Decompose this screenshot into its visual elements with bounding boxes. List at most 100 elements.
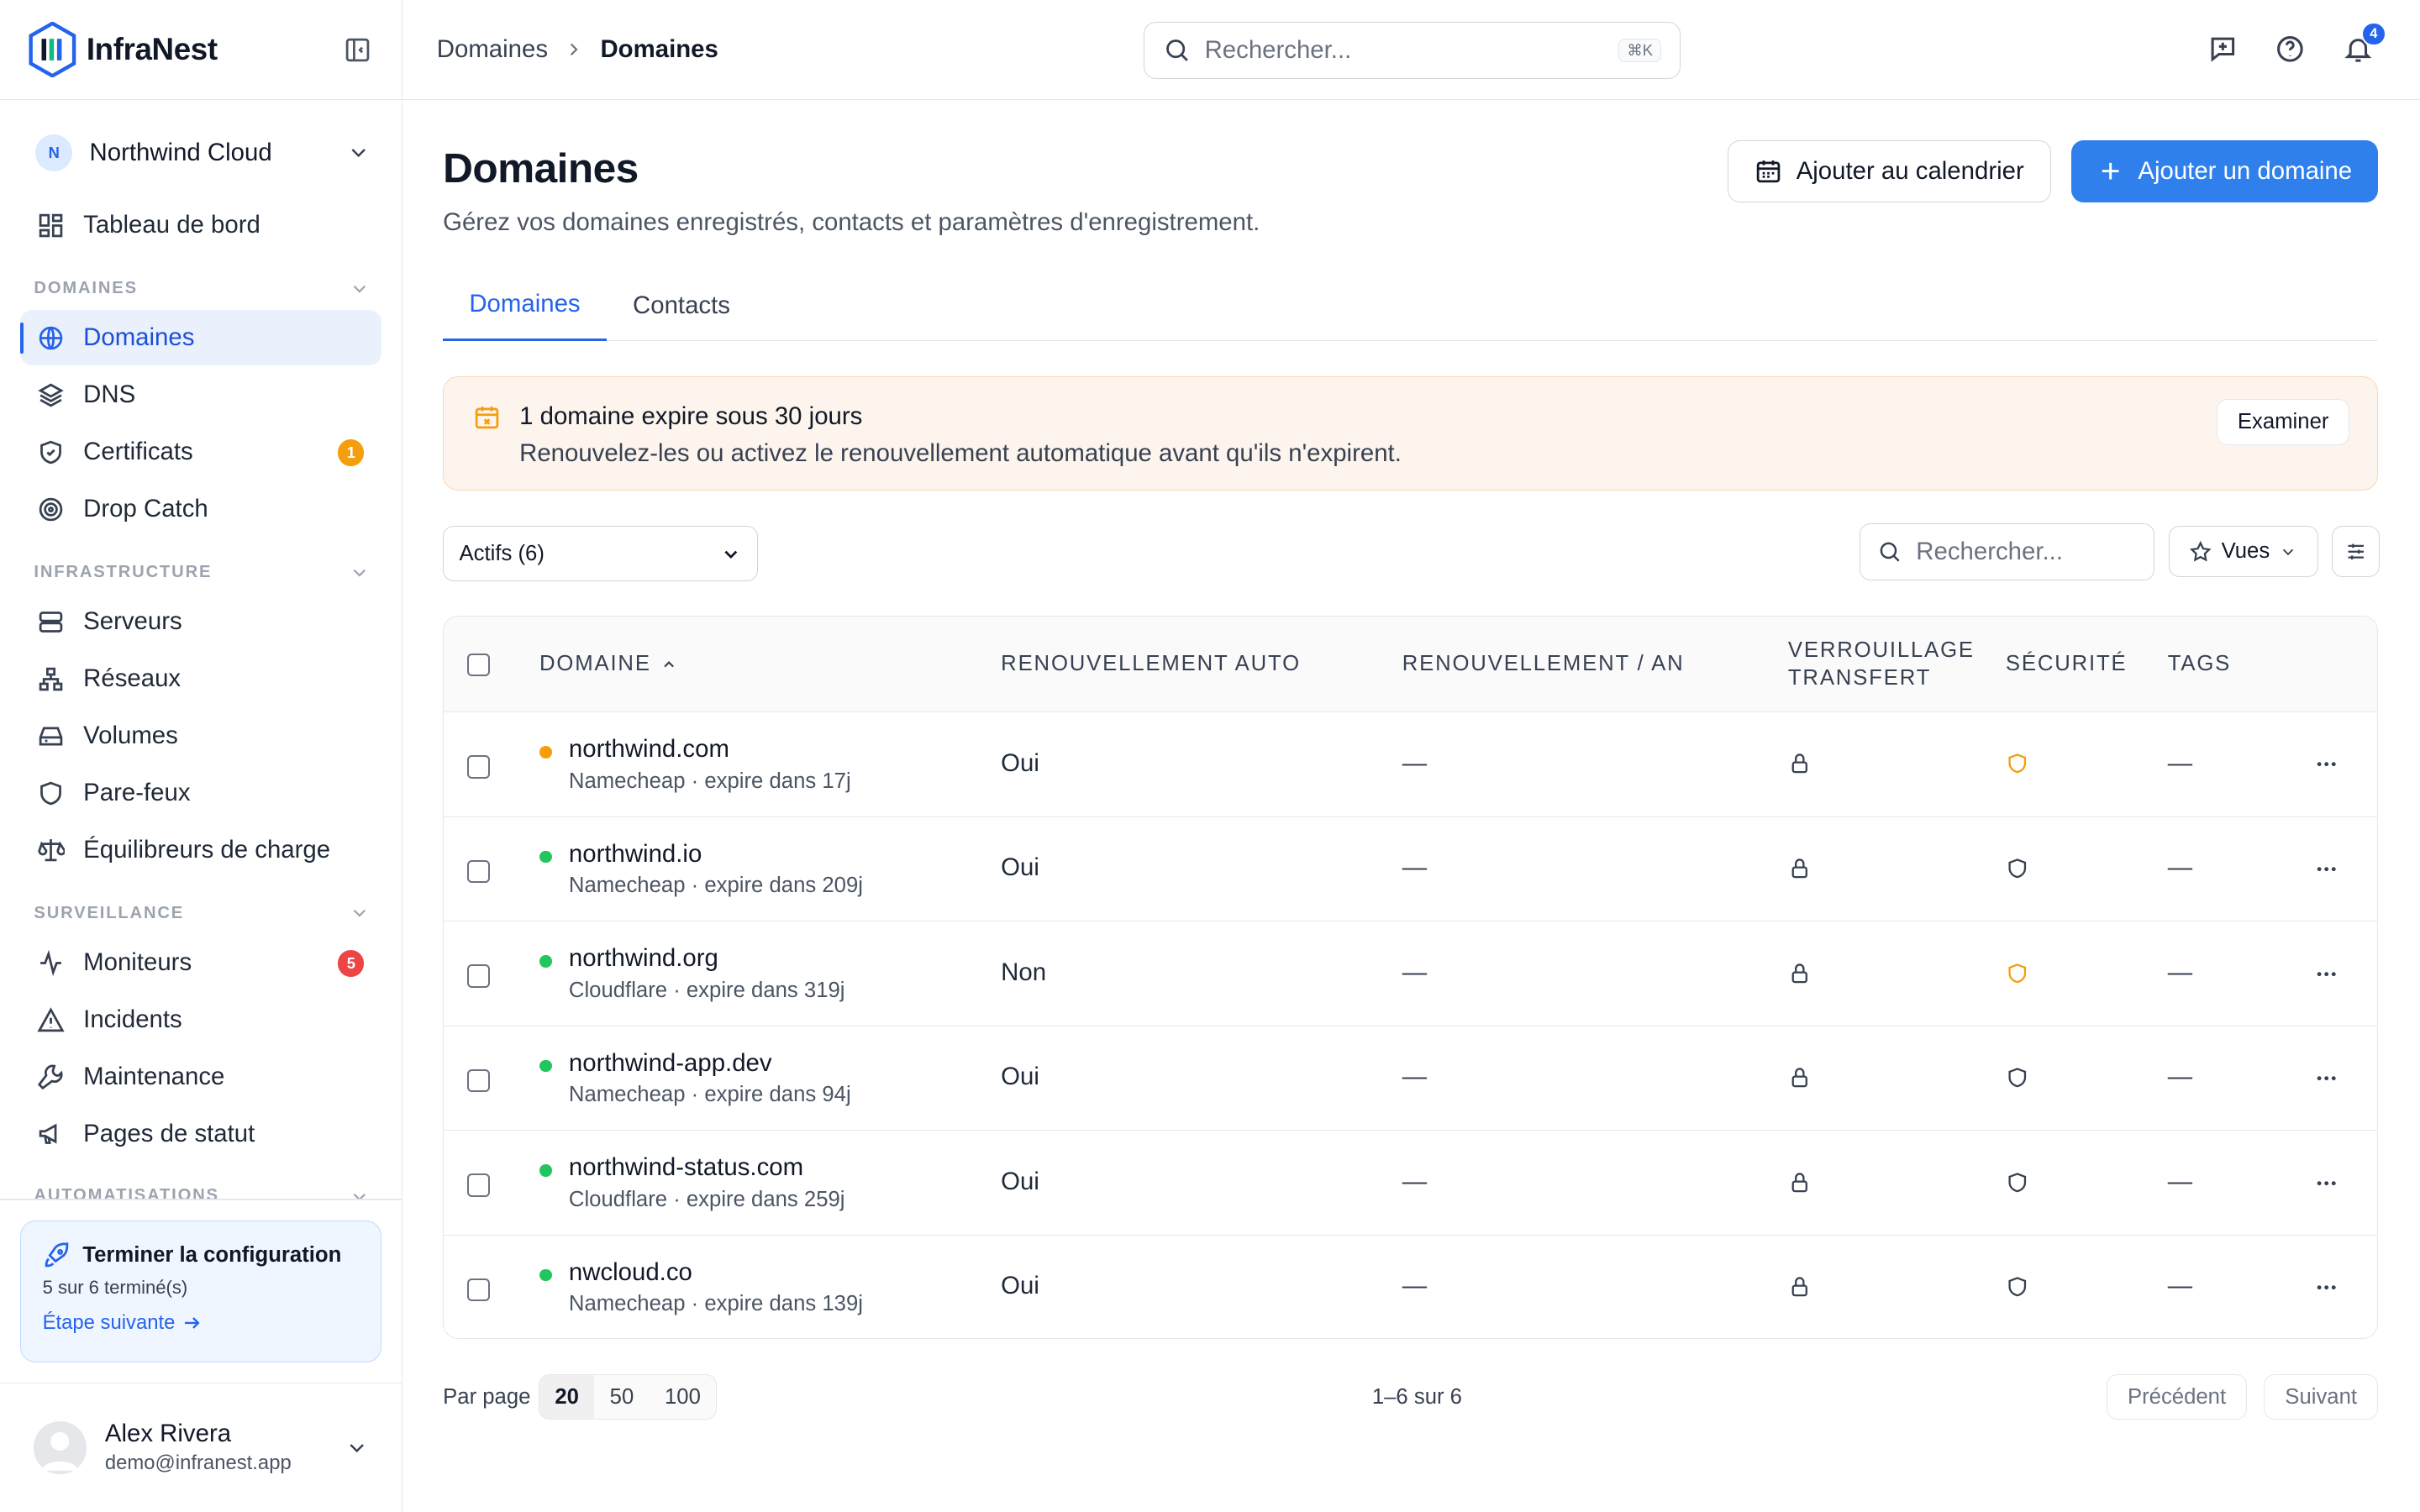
tab-domaines[interactable]: Domaines — [443, 270, 607, 341]
tags-value: — — [2167, 748, 2193, 777]
row-checkbox[interactable] — [466, 1068, 491, 1093]
table-search-input[interactable]: Rechercher... — [1860, 522, 2154, 580]
per-page-option[interactable]: 20 — [539, 1375, 595, 1419]
user-email: demo@infranest.app — [104, 1452, 292, 1475]
renew-price-value: — — [1402, 1063, 1428, 1091]
more-actions-icon[interactable] — [2314, 962, 2338, 986]
row-checkbox[interactable] — [466, 964, 491, 988]
row-checkbox[interactable] — [466, 755, 491, 779]
row-checkbox[interactable] — [466, 859, 491, 884]
scale-icon — [37, 836, 66, 864]
section-automatisations[interactable]: AUTOMATISATIONS — [34, 1186, 370, 1200]
feedback-icon[interactable] — [2207, 34, 2238, 65]
renew-price-value: — — [1402, 1167, 1428, 1195]
table-row[interactable]: nwcloud.co Namecheap · expire dans 139j Ou… — [444, 1235, 2377, 1338]
domains-table: DOMAINE RENOUVELLEMENT AUTO RENOUVELLEME… — [443, 615, 2379, 1340]
row-checkbox[interactable] — [466, 1173, 491, 1197]
sidebar-item-volumes[interactable]: Volumes — [20, 708, 381, 764]
org-switcher[interactable]: N Northwind Cloud — [35, 131, 371, 174]
section-domaines[interactable]: DOMAINES — [34, 278, 370, 300]
sidebar-item-dashboard[interactable]: Tableau de bord — [20, 197, 381, 253]
sidebar-item-dns[interactable]: DNS — [20, 367, 381, 423]
more-actions-icon[interactable] — [2314, 1171, 2338, 1195]
sidebar-item-status-pages[interactable]: Pages de statut — [20, 1106, 381, 1162]
domain-meta: Namecheap · expire dans 94j — [568, 1083, 851, 1107]
previous-button[interactable]: Précédent — [2107, 1374, 2247, 1420]
breadcrumb-item[interactable]: Domaines — [437, 35, 548, 64]
sidebar-item-moniteurs[interactable]: Moniteurs 5 — [20, 935, 381, 990]
header-label: DOMAINE — [539, 652, 651, 676]
table-row[interactable]: northwind.org Cloudflare · expire dans 31… — [444, 921, 2378, 1026]
more-actions-icon[interactable] — [2314, 752, 2338, 776]
shield-icon — [2006, 1171, 2029, 1194]
column-tags[interactable]: TAGS — [2168, 650, 2231, 678]
section-surveillance[interactable]: SURVEILLANCE — [34, 902, 370, 924]
more-actions-icon[interactable] — [2314, 857, 2338, 881]
more-actions-icon[interactable] — [2314, 1066, 2338, 1090]
collapse-sidebar-icon[interactable] — [344, 36, 371, 64]
user-menu[interactable]: Alex Rivera demo@infranest.app — [0, 1382, 403, 1512]
select-all-checkbox[interactable] — [466, 653, 491, 677]
global-search[interactable]: Rechercher... ⌘K — [1143, 21, 1681, 79]
sidebar-item-incidents[interactable]: Incidents — [20, 992, 381, 1047]
pagination: Par page 20 50 100 1–6 sur 6 Précédent S… — [443, 1374, 2378, 1420]
column-transfer-lock[interactable]: VERROUILLAGE TRANSFERT — [1788, 637, 1975, 692]
sidebar-item-label: Drop Catch — [83, 495, 208, 523]
shield-icon — [2006, 857, 2029, 880]
column-auto-renew[interactable]: RENOUVELLEMENT AUTO — [1001, 650, 1301, 678]
megaphone-icon — [37, 1120, 65, 1147]
topbar: Domaines Domaines Rechercher... ⌘K 4 — [402, 0, 2420, 101]
bell-icon[interactable]: 4 — [2343, 21, 2386, 65]
sidebar-item-label: Maintenance — [83, 1063, 225, 1090]
column-security[interactable]: SÉCURITÉ — [2006, 650, 2128, 678]
table-row[interactable]: northwind-app.dev Namecheap · expire dans… — [444, 1026, 2378, 1131]
sidebar-item-drop-catch[interactable]: Drop Catch — [20, 481, 381, 537]
next-step-link[interactable]: Étape suivante — [43, 1311, 359, 1335]
per-page-option[interactable]: 50 — [594, 1375, 649, 1418]
tab-contacts[interactable]: Contacts — [607, 270, 756, 340]
next-button[interactable]: Suivant — [2264, 1374, 2378, 1420]
status-dot — [539, 1164, 552, 1177]
layers-icon — [37, 381, 65, 409]
domain-name[interactable]: northwind.io — [569, 840, 702, 869]
sidebar-item-load-balancers[interactable]: Équilibreurs de charge — [20, 822, 381, 878]
sidebar-item-domaines[interactable]: Domaines — [19, 310, 381, 366]
org-avatar: N — [35, 134, 73, 171]
domain-name[interactable]: northwind.org — [569, 944, 718, 973]
calendar-icon — [1754, 157, 1782, 185]
row-checkbox[interactable] — [466, 1278, 491, 1302]
section-infrastructure[interactable]: INFRASTRUCTURE — [34, 562, 370, 584]
table-row[interactable]: northwind-status.com Cloudflare · expire … — [444, 1131, 2378, 1236]
help-icon[interactable] — [2275, 34, 2306, 65]
domain-name[interactable]: northwind-status.com — [569, 1153, 803, 1182]
column-renew-price[interactable]: RENOUVELLEMENT / AN — [1402, 650, 1685, 678]
add-domain-button[interactable]: Ajouter un domaine — [2071, 140, 2379, 202]
table-row[interactable]: northwind.io Namecheap · expire dans 209j… — [444, 816, 2378, 922]
shortcut-hint: ⌘K — [1618, 38, 1662, 62]
globe-icon — [37, 324, 65, 352]
review-button[interactable]: Examiner — [2216, 398, 2350, 445]
more-actions-icon[interactable] — [2314, 1275, 2338, 1299]
column-settings-button[interactable] — [2332, 526, 2381, 577]
table-row[interactable]: northwind.com Namecheap · expire dans 17j… — [444, 712, 2378, 817]
sidebar-item-certificats[interactable]: Certificats 1 — [20, 424, 381, 480]
alert-text: Renouvelez-les ou activez le renouvellem… — [519, 438, 1402, 467]
views-dropdown[interactable]: Vues — [2168, 526, 2318, 577]
status-filter-select[interactable]: Actifs (6) — [443, 526, 758, 582]
app-logo[interactable]: InfraNest — [28, 22, 218, 78]
per-page-option[interactable]: 100 — [650, 1375, 717, 1418]
tags-value: — — [2167, 958, 2193, 986]
auto-renew-value: Oui — [1001, 853, 1039, 882]
column-domain[interactable]: DOMAINE — [539, 650, 677, 678]
plus-icon — [2098, 159, 2123, 183]
sidebar-item-serveurs[interactable]: Serveurs — [20, 594, 381, 649]
add-to-calendar-button[interactable]: Ajouter au calendrier — [1727, 140, 2051, 202]
sidebar-item-pare-feux[interactable]: Pare-feux — [20, 765, 381, 821]
domain-meta: Namecheap · expire dans 209j — [568, 874, 863, 898]
sidebar-item-maintenance[interactable]: Maintenance — [20, 1049, 381, 1105]
sidebar-item-reseaux[interactable]: Réseaux — [20, 651, 381, 706]
domain-name[interactable]: northwind-app.dev — [569, 1049, 772, 1078]
domain-name[interactable]: nwcloud.co — [569, 1258, 692, 1287]
domain-name[interactable]: northwind.com — [569, 735, 729, 764]
renew-price-value: — — [1402, 853, 1428, 882]
